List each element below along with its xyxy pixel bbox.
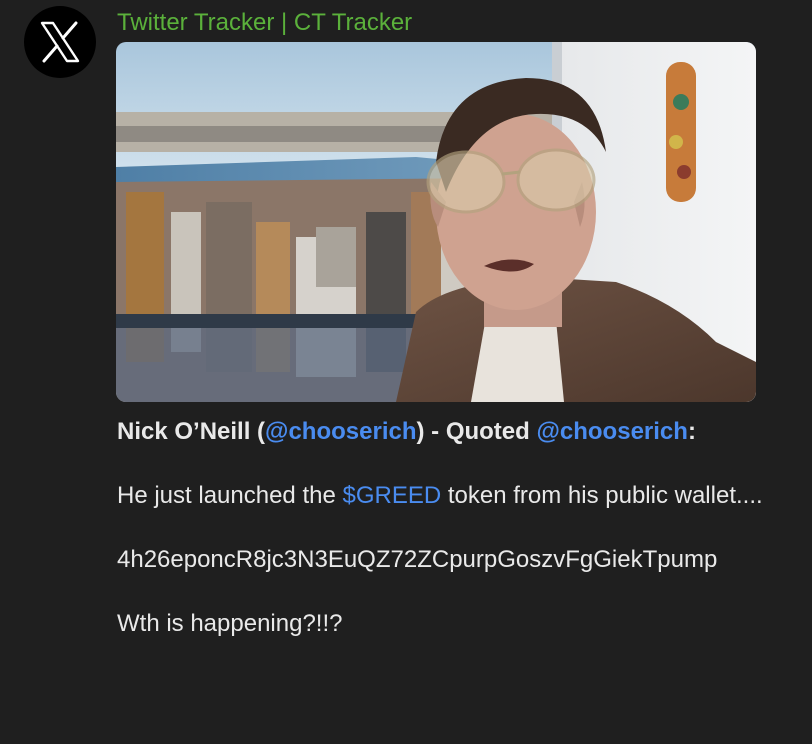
tweet-media-thumbnail[interactable] xyxy=(116,42,756,402)
body-text-after: token from his public wallet.... xyxy=(441,482,763,509)
author-handle-link[interactable]: @chooserich xyxy=(265,418,416,445)
body-text-before: He just launched the xyxy=(117,482,343,509)
contract-address: 4h26eponcR8jc3N3EuQZ72ZCpurpGoszvFgGiekT… xyxy=(117,546,718,573)
ticker-link[interactable]: $GREED xyxy=(342,482,441,509)
quoted-handle-link[interactable]: @chooserich xyxy=(536,418,687,445)
selfie-video-image xyxy=(116,42,756,402)
header-suffix: : xyxy=(687,418,696,445)
tweet-body-line: He just launched the $GREED token from h… xyxy=(117,480,767,512)
quoted-label: ) - Quoted xyxy=(416,418,537,445)
tweet-message: Nick O’Neill (@chooserich) - Quoted @cho… xyxy=(117,416,767,640)
sender-avatar[interactable] xyxy=(24,6,96,78)
x-logo-icon xyxy=(40,21,80,63)
author-name: Nick O’Neill ( xyxy=(117,418,266,445)
closing-line: Wth is happening?!!? xyxy=(117,610,343,637)
tweet-header: Nick O’Neill (@chooserich) - Quoted @cho… xyxy=(117,416,767,448)
sender-name[interactable]: Twitter Tracker | CT Tracker xyxy=(117,8,412,38)
